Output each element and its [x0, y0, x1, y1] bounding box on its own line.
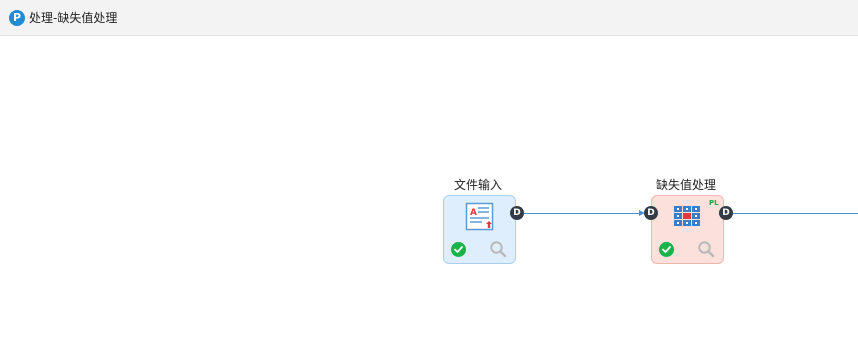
window-title: 处理-缺失值处理	[29, 11, 118, 25]
workflow-canvas[interactable]: 文件输入 A D 缺失值处理 PL D D	[0, 36, 858, 347]
pl-badge: PL	[709, 199, 719, 207]
app-logo-icon: P	[9, 10, 25, 26]
check-circle-icon	[659, 242, 674, 257]
output-port-missing-value[interactable]: D	[719, 206, 733, 220]
magnifier-icon[interactable]	[697, 240, 715, 258]
node-label-missing-value: 缺失值处理	[656, 178, 717, 192]
output-port-file-input[interactable]: D	[510, 206, 524, 220]
magnifier-icon[interactable]	[489, 240, 507, 258]
app-logo-letter: P	[12, 11, 22, 24]
outgoing-connection-line	[733, 213, 858, 214]
title-bar: P 处理-缺失值处理	[0, 0, 858, 36]
connection-line	[524, 213, 640, 214]
input-port-missing-value[interactable]: D	[644, 206, 658, 220]
node-label-file-input: 文件输入	[454, 178, 503, 192]
node-file-input[interactable]: A	[443, 195, 516, 264]
check-circle-icon	[451, 242, 466, 257]
svg-text:A: A	[470, 208, 477, 218]
missing-value-grid-icon	[674, 206, 700, 226]
file-input-icon: A	[465, 202, 494, 231]
node-missing-value[interactable]: PL	[651, 195, 724, 264]
